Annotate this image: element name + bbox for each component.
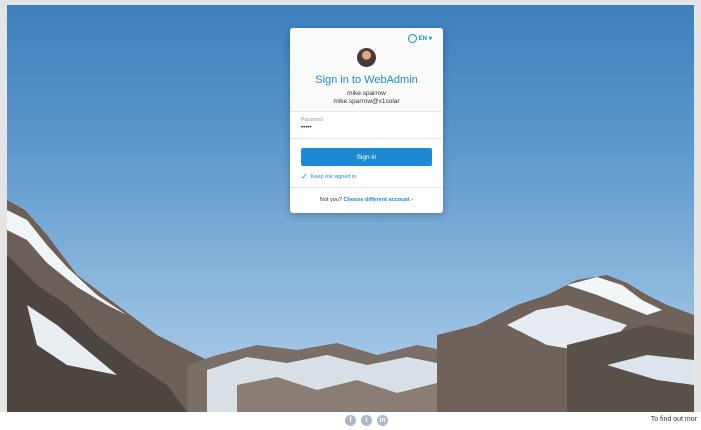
chevron-down-icon: ▾: [428, 36, 432, 42]
globe-icon: [407, 34, 417, 43]
login-header: EN ▾ Sign in to WebAdmin mike.sparrow mi…: [290, 28, 443, 112]
login-card: EN ▾ Sign in to WebAdmin mike.sparrow mi…: [290, 28, 443, 213]
choose-account-link[interactable]: Choose different account ›: [343, 197, 413, 203]
keep-signed-in-checkbox[interactable]: ✓ Keep me signed in: [301, 173, 356, 181]
email-text: mike.sparrow@x1solar: [333, 98, 400, 105]
facebook-icon[interactable]: f: [345, 415, 356, 426]
not-you-text: Not you?: [319, 197, 342, 203]
page-title: Sign in to WebAdmin: [315, 74, 418, 86]
linkedin-icon[interactable]: in: [377, 415, 388, 426]
twitter-icon[interactable]: t: [361, 415, 372, 426]
username-text: mike.sparrow: [347, 90, 386, 97]
language-label: EN: [418, 35, 427, 42]
not-you-row: Not you? Choose different account ›: [290, 197, 443, 203]
password-field[interactable]: Password: [290, 112, 443, 139]
social-links: f t in: [345, 415, 388, 426]
password-input[interactable]: [301, 123, 432, 133]
sign-in-button[interactable]: Sign in: [301, 148, 432, 166]
footer: f t in To find out mor: [0, 412, 701, 430]
footer-text: To find out mor: [650, 416, 697, 423]
checkmark-icon: ✓: [301, 172, 308, 181]
divider: [290, 187, 443, 188]
avatar: [357, 48, 376, 67]
language-selector[interactable]: EN ▾: [407, 34, 432, 43]
keep-signed-in-label: Keep me signed in: [310, 174, 357, 180]
